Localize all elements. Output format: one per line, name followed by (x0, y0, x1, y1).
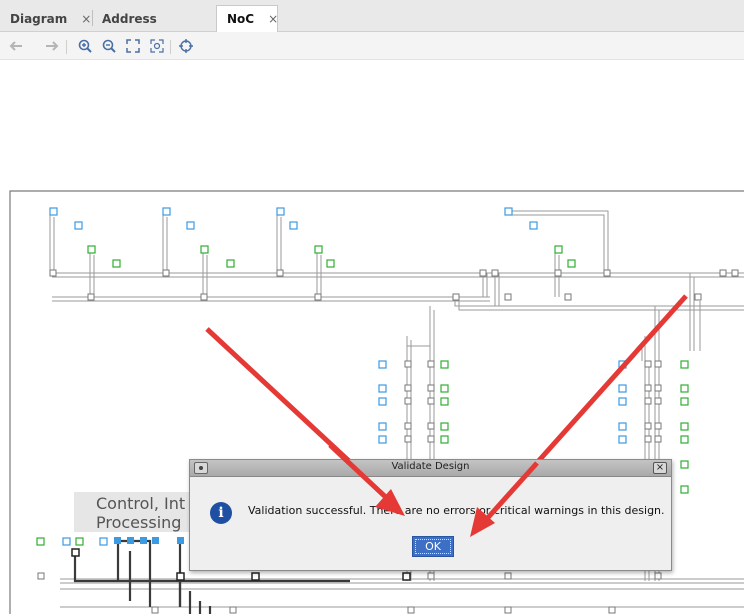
tab-noc-label: NoC (227, 12, 255, 26)
diagram-toolbar (0, 32, 744, 60)
dialog-message: Validation successful. There are no erro… (248, 504, 665, 517)
toolbar-separator (170, 40, 171, 54)
forward-icon[interactable] (42, 36, 62, 56)
tab-diagram[interactable]: Diagram × (0, 6, 92, 32)
tab-address-editor[interactable]: Address Editor× (92, 6, 216, 52)
tab-diagram-label: Diagram (10, 12, 68, 26)
zoom-in-icon[interactable] (75, 36, 95, 56)
block-label-line2: Processing (96, 513, 182, 532)
close-icon[interactable]: × (653, 462, 667, 474)
dialog-title: Validate Design (391, 461, 470, 472)
validate-design-dialog: Validate Design × i Validation successfu… (189, 459, 672, 571)
ok-button[interactable]: OK (412, 536, 454, 557)
toolbar-separator (66, 40, 67, 54)
back-icon[interactable] (6, 36, 26, 56)
info-icon: i (210, 502, 232, 524)
tab-bar: Diagram × Address Editor× NoC × (0, 0, 744, 52)
tab-noc[interactable]: NoC × (216, 5, 278, 32)
zoom-fit-icon[interactable] (123, 36, 143, 56)
block-label-line1: Control, Int (96, 494, 186, 513)
tab-diagram-close-icon[interactable]: × (81, 12, 91, 26)
zoom-out-icon[interactable] (99, 36, 119, 56)
zoom-selection-icon[interactable] (147, 36, 167, 56)
tab-noc-close-icon[interactable]: × (268, 12, 278, 26)
target-icon[interactable] (176, 36, 196, 56)
dialog-title-bar[interactable]: Validate Design × (190, 460, 671, 477)
block-label-control-processing: Control, Int Processing (74, 492, 190, 532)
